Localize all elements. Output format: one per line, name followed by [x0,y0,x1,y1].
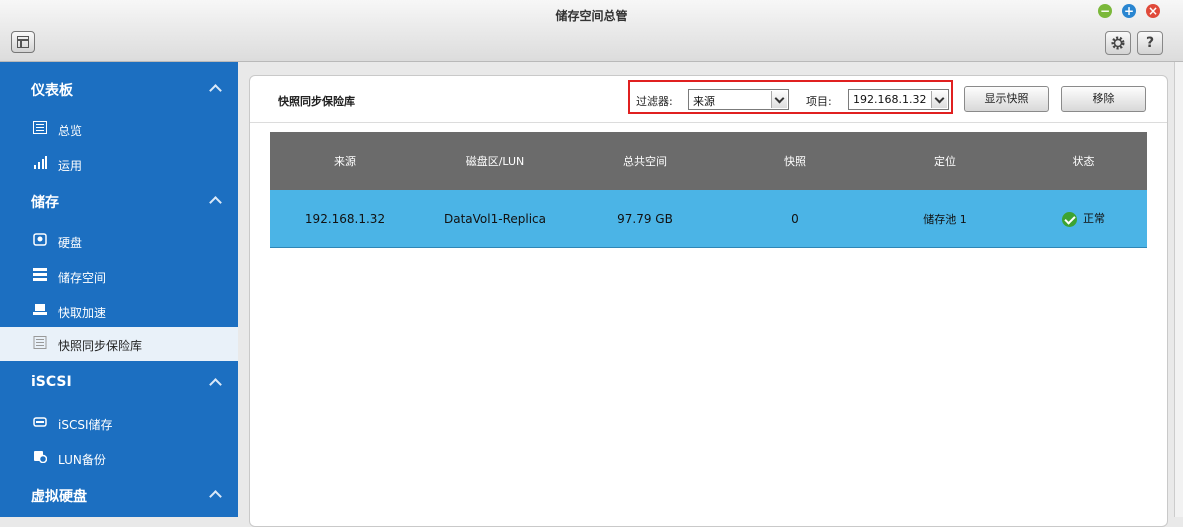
sidebar-item-overview[interactable]: 总览 [0,112,238,146]
storage-stack-icon [33,268,47,281]
main-menu-button[interactable] [11,31,35,53]
filter-value: 来源 [693,95,715,108]
sidebar-item-label: iSCSI储存 [58,418,113,432]
cache-drive-icon [33,304,47,315]
sidebar-item-iscsi-storage[interactable]: iSCSI储存 [0,406,238,440]
menu-icon [17,36,29,48]
sidebar-item-disks[interactable]: 硬盘 [0,224,238,258]
list-icon [33,121,47,134]
chevron-up-icon [209,378,222,391]
cell-total: 97.79 GB [570,190,720,248]
column-header[interactable]: 快照 [720,132,870,190]
window-title: 储存空间总管 [555,9,628,23]
sidebar-item-label: 硬盘 [58,236,83,250]
main-panel: 快照同步保险库 过滤器: 来源 项目: 192.168.1.32 显示快照 移除… [249,75,1168,527]
sidebar-item-lun-backup[interactable]: LUN备份 [0,441,238,475]
page-title: 快照同步保险库 [278,95,355,108]
sidebar: 仪表板 总览 运用 储存 硬盘 储存空间 快取加速 快照同步保险库 iSCSI … [0,62,238,517]
item-select[interactable]: 192.168.1.32 [848,89,949,110]
minimize-icon[interactable]: − [1098,4,1112,18]
sidebar-item-label: 快照同步保险库 [58,339,143,353]
disk-icon [33,233,47,246]
chevron-down-icon [931,91,947,108]
column-header[interactable]: 来源 [270,132,420,190]
chevron-up-icon [209,84,222,97]
sidebar-section-virtual-disk[interactable]: 虚拟硬盘 [0,478,238,514]
sidebar-section-dashboard[interactable]: 仪表板 [0,72,238,108]
check-circle-icon [1062,211,1077,227]
vault-icon [33,336,47,349]
sidebar-item-label: 运用 [58,159,83,173]
cell-source: 192.168.1.32 [270,190,420,248]
maximize-icon[interactable]: + [1122,4,1136,18]
remove-button[interactable]: 移除 [1061,86,1146,112]
gear-icon [1111,36,1125,50]
sidebar-item-label: 快取加速 [58,306,107,320]
help-button[interactable]: ? [1137,31,1163,55]
section-label: 储存 [31,195,59,211]
cell-location: 储存池 1 [870,190,1020,248]
close-icon[interactable]: × [1146,4,1160,18]
cell-volume: DataVol1-Replica [420,190,570,248]
filter-label: 过滤器: [636,95,673,108]
sidebar-section-storage[interactable]: 储存 [0,184,238,220]
column-header[interactable]: 定位 [870,132,1020,190]
sidebar-section-iscsi[interactable]: iSCSI [0,366,238,402]
chevron-up-icon [209,196,222,209]
bar-chart-icon [34,156,47,169]
filter-select[interactable]: 来源 [688,89,789,110]
settings-button[interactable] [1105,31,1131,55]
sidebar-item-label: LUN备份 [58,453,106,467]
item-label: 项目: [806,95,832,108]
iscsi-drive-icon [33,417,47,427]
sidebar-item-storage-space[interactable]: 储存空间 [0,259,238,293]
cell-snapshots: 0 [720,190,870,248]
sidebar-item-label: 储存空间 [58,271,107,285]
table-header-row: 来源 磁盘区/LUN 总共空间 快照 定位 状态 [270,132,1147,190]
item-value: 192.168.1.32 [853,93,927,106]
vault-table: 来源 磁盘区/LUN 总共空间 快照 定位 状态 192.168.1.32 Da… [270,132,1147,248]
column-header[interactable]: 磁盘区/LUN [420,132,570,190]
chevron-down-icon [771,91,787,108]
sidebar-item-usage[interactable]: 运用 [0,147,238,181]
title-bar: 储存空间总管 − + × ? [0,0,1183,62]
sidebar-item-snapshot-vault[interactable]: 快照同步保险库 [0,327,238,361]
chevron-up-icon [209,490,222,503]
section-label: 虚拟硬盘 [31,489,87,505]
column-header[interactable]: 总共空间 [570,132,720,190]
sidebar-item-label: 总览 [58,124,83,138]
table-row[interactable]: 192.168.1.32 DataVol1-Replica 97.79 GB 0… [270,190,1147,248]
cell-status: 正常 [1020,190,1147,248]
section-label: iSCSI [31,374,72,390]
column-header[interactable]: 状态 [1020,132,1147,190]
scrollbar[interactable] [1174,62,1183,517]
show-snapshot-button[interactable]: 显示快照 [964,86,1049,112]
status-text: 正常 [1083,212,1105,226]
divider [250,122,1167,123]
lun-backup-icon [34,451,47,463]
sidebar-item-cache[interactable]: 快取加速 [0,294,238,328]
section-label: 仪表板 [31,83,73,99]
